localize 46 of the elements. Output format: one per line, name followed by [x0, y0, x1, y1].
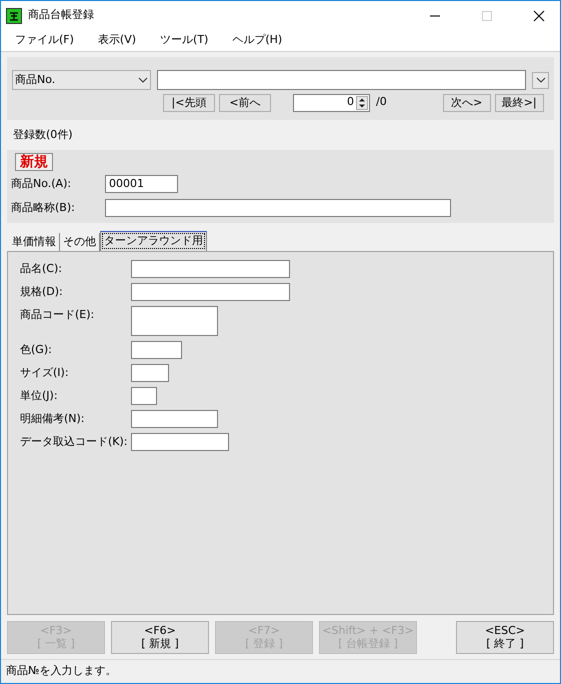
chevron-icon [138, 77, 148, 83]
input-field[interactable] [131, 433, 229, 451]
field-label: 規格(D): [20, 284, 64, 300]
tab[interactable]: 単価情報 [9, 233, 60, 251]
menu-item[interactable]: ヘルプ(H) [226, 32, 288, 49]
input-field[interactable] [131, 283, 290, 301]
field-label: サイズ(I): [20, 365, 70, 381]
search-combo-field[interactable] [156, 70, 526, 90]
nav-button[interactable]: 最終>| [494, 94, 544, 112]
close-icon[interactable] [533, 10, 545, 22]
field-label: 商品No.(A): [11, 176, 72, 192]
menu-item[interactable]: ツール(T) [154, 32, 214, 49]
input-field[interactable] [131, 410, 218, 428]
position-spinner[interactable]: 0 [293, 94, 370, 112]
dropdown-button[interactable] [532, 72, 549, 88]
field-label: 色(G): [20, 342, 53, 358]
input-field[interactable]: 00001 [105, 175, 178, 193]
function-button[interactable]: <ESC> [ 終了 ] [456, 620, 554, 654]
input-field[interactable] [131, 341, 182, 359]
app-icon [6, 8, 22, 24]
input-field[interactable] [131, 306, 218, 336]
status-bar: 商品№を入力します。 [1, 659, 560, 683]
input-field[interactable] [105, 199, 451, 217]
function-button[interactable]: <F6> [ 新規 ] [111, 620, 209, 654]
nav-button[interactable]: <前へ [219, 94, 271, 112]
field-label: 明細備考(N): [20, 411, 86, 427]
nav-button[interactable]: |<先頭 [163, 94, 215, 112]
field-label: 商品コード(E): [20, 307, 96, 323]
spinner-arrows-icon[interactable] [356, 96, 368, 110]
menu-item[interactable]: 表示(V) [92, 32, 142, 49]
field-label: 商品略称(B): [11, 200, 76, 216]
field-label: 単位(J): [20, 388, 59, 404]
record-count: 登録数(0件) [12, 126, 74, 143]
total-count: /0 [376, 94, 387, 110]
tab[interactable]: ターンアラウンド用 [100, 231, 207, 251]
chevron-icon [536, 77, 546, 83]
window-title: 商品台帳登録 [28, 7, 95, 24]
input-field[interactable] [131, 260, 290, 278]
input-field[interactable] [131, 364, 169, 382]
field-select[interactable]: 商品No. [12, 70, 151, 90]
field-label: データ取込コード(K): [20, 434, 129, 450]
nav-button[interactable]: 次へ> [442, 94, 491, 112]
menu-item[interactable]: ファイル(F) [9, 32, 80, 49]
input-field[interactable] [131, 387, 157, 405]
new-badge: 新規 [15, 153, 53, 171]
field-label: 品名(C): [20, 261, 63, 277]
